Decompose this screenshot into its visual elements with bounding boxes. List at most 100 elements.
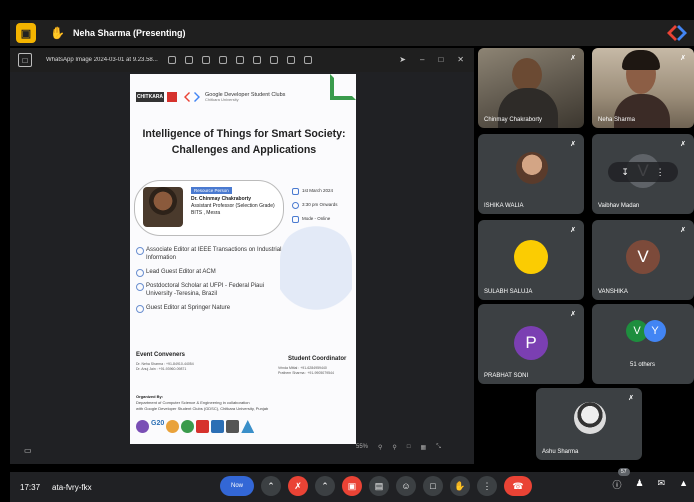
partner-logo xyxy=(136,420,149,433)
info-icon[interactable]: ⓘ xyxy=(612,478,621,491)
chevron-up-icon[interactable]: ⌃ xyxy=(315,476,335,496)
mic-off-icon: ✗ xyxy=(570,227,576,234)
participant-tile[interactable]: P ✗ PRABHAT SONI xyxy=(478,304,584,384)
participant-tile[interactable]: ✗ Chinmay Chakraborty xyxy=(478,48,584,128)
partner-logo xyxy=(211,420,225,433)
participant-name: Neha Sharma xyxy=(598,117,636,123)
event-time: 3:30 pm Onwards xyxy=(302,202,338,207)
participant-count-badge: 57 xyxy=(618,468,630,476)
raise-hand-button[interactable]: ✋ xyxy=(450,476,470,496)
minimize-icon[interactable]: – xyxy=(420,55,424,64)
hand-icon: ✋ xyxy=(50,26,65,40)
options-icon[interactable]: ⋮ xyxy=(656,167,665,178)
participant-tile[interactable]: V ✗ VANSHIKA xyxy=(592,220,694,300)
window-controls: ➤ – □ ✕ xyxy=(399,55,464,64)
g20-logo: G20 xyxy=(151,420,165,427)
mic-off-icon: ✗ xyxy=(570,55,576,62)
participant-avatar xyxy=(514,240,548,274)
student-coordinator-title: Student Coordinator xyxy=(288,356,347,362)
viewer-tools xyxy=(168,56,312,64)
mic-off-icon: ✗ xyxy=(680,227,686,234)
delete-icon[interactable] xyxy=(202,56,210,64)
mic-off-icon: ✗ xyxy=(680,55,686,62)
participant-name: PRABHAT SONI xyxy=(484,373,529,379)
presenter-title: Neha Sharma (Presenting) xyxy=(72,28,186,38)
resource-label: Resource Person xyxy=(191,187,232,194)
globe-icon[interactable] xyxy=(253,56,261,64)
meeting-code: ata-fvry-fkx xyxy=(52,482,92,492)
info-icon[interactable] xyxy=(236,56,244,64)
maximize-icon[interactable]: □ xyxy=(438,55,443,64)
participant-video xyxy=(512,58,542,92)
zoom-out-icon[interactable]: ⚲ xyxy=(378,444,382,451)
tile-hover-controls: ↧ ⋮ xyxy=(608,162,678,182)
activities-icon[interactable]: ▲ xyxy=(679,478,688,491)
favorite-icon[interactable] xyxy=(219,56,227,64)
grid-icon[interactable]: ▦ xyxy=(420,444,426,451)
laptop-icon xyxy=(292,215,299,223)
participant-name: Ashu Sharma xyxy=(542,449,579,455)
participant-tile[interactable]: V ↧ ⋮ ✗ Vaibhav Madan xyxy=(592,134,694,214)
speaker-role: Assistant Professor (Selection Grade) xyxy=(191,203,275,209)
credential-item: Lead Guest Editor at ACM xyxy=(136,268,286,277)
chat-icon[interactable]: ✉ xyxy=(658,478,666,491)
app-icon[interactable] xyxy=(287,56,295,64)
participant-avatar xyxy=(516,152,548,184)
participant-initial-avatar: V xyxy=(626,240,660,274)
emoji-button[interactable]: ☺ xyxy=(396,476,416,496)
gdsc-text: Google Developer Student Clubs Chitkara … xyxy=(205,92,285,102)
edit-icon[interactable] xyxy=(168,56,176,64)
zoom-controls: 55% ⚲ ⚲ □ ▦ ⤡ xyxy=(356,444,441,451)
partner-logo xyxy=(241,420,255,433)
mic-off-icon: ✗ xyxy=(570,141,576,148)
chitkara-emblem xyxy=(167,92,177,102)
leave-call-button[interactable]: ☎ xyxy=(504,476,532,496)
clock: 17:37 xyxy=(20,482,41,492)
participant-tile[interactable]: ✗ Neha Sharma xyxy=(592,48,694,128)
meeting-controls-bar: 17:37 ata-fvry-fkx Now ⌃ ✗ ⌃ ▣ ▤ ☺ □ ✋ ⋮… xyxy=(10,468,694,502)
rotate-icon[interactable] xyxy=(185,56,193,64)
speaker-details: Dr. Chinmay Chakraborty Assistant Profes… xyxy=(191,196,281,217)
poster-logos: CHITKARA Google Developer Student Clubs … xyxy=(136,84,350,110)
more-options-button[interactable]: ⋮ xyxy=(477,476,497,496)
side-panel-controls: ⓘ ♟ ✉ ▲ xyxy=(612,478,688,491)
zoom-in-icon[interactable]: ⚲ xyxy=(392,444,396,451)
robot-illustration xyxy=(280,224,352,334)
pointer-icon[interactable]: ➤ xyxy=(399,55,406,64)
participant-tile[interactable]: ✗ ISHIKA WALIA xyxy=(478,134,584,214)
speaker-photo xyxy=(143,187,183,227)
speaker-org: BITS , Mesra xyxy=(191,210,221,216)
partner-logo xyxy=(196,420,210,433)
fit-icon[interactable]: □ xyxy=(407,444,411,451)
screen-share-icon[interactable]: □ xyxy=(18,53,32,67)
mic-toggle-button[interactable]: ✗ xyxy=(288,476,308,496)
expand-icon[interactable]: ⤡ xyxy=(436,444,441,451)
presentation-toolbar: □ WhatsApp Image 2024-03-01 at 9.23.58..… xyxy=(10,48,474,72)
chevron-up-icon[interactable]: ⌃ xyxy=(261,476,281,496)
event-poster: CHITKARA Google Developer Student Clubs … xyxy=(130,74,356,444)
captions-button[interactable]: ▤ xyxy=(369,476,389,496)
people-icon[interactable]: ♟ xyxy=(635,478,643,491)
participant-avatar xyxy=(574,402,606,434)
participant-tile[interactable]: ✗ Ashu Sharma xyxy=(536,388,642,460)
gdsc-subtitle: Chitkara University xyxy=(205,96,239,102)
camera-toggle-button[interactable]: ▣ xyxy=(342,476,362,496)
participant-name: VANSHIKA xyxy=(598,289,628,295)
pin-icon[interactable]: ↧ xyxy=(621,167,629,178)
present-button[interactable]: □ xyxy=(423,476,443,496)
call-controls: Now ⌃ ✗ ⌃ ▣ ▤ ☺ □ ✋ ⋮ ☎ xyxy=(220,476,532,496)
others-tile[interactable]: V Y 51 others xyxy=(592,304,694,384)
captions-icon[interactable]: ▭ xyxy=(24,446,32,455)
cloud-icon[interactable] xyxy=(270,56,278,64)
more-icon[interactable] xyxy=(304,56,312,64)
others-count: 51 others xyxy=(630,362,656,368)
date-row: 1st March 2024 xyxy=(292,184,352,198)
time-row: 3:30 pm Onwards xyxy=(292,198,352,212)
gdsc-icon xyxy=(184,92,200,102)
convener-line: Dr. Anuj Jain : +91-93960-09871 xyxy=(136,367,187,371)
coordinator-list: Vrinda Mittal : +91-6284959440 Prathem S… xyxy=(278,366,334,376)
resource-person-card: Resource Person Dr. Chinmay Chakraborty … xyxy=(134,180,284,236)
presenting-now-button[interactable]: Now xyxy=(220,476,254,496)
close-icon[interactable]: ✕ xyxy=(457,55,464,64)
participant-tile[interactable]: ✗ SULABH SALUJA xyxy=(478,220,584,300)
